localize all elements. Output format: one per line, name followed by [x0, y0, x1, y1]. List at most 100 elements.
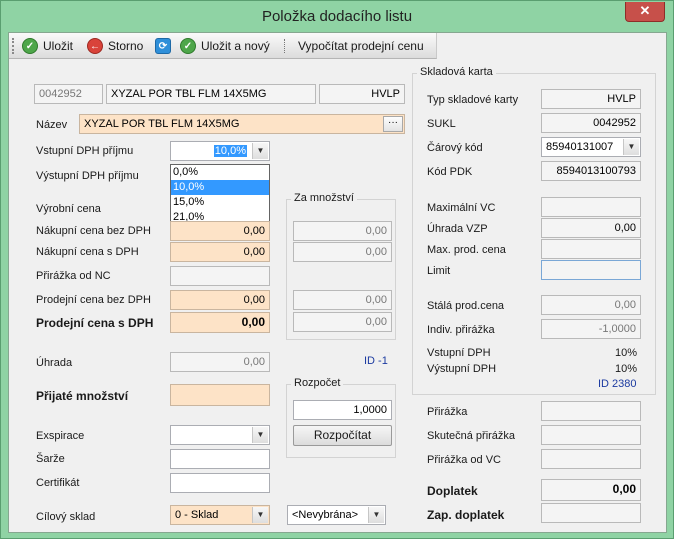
- calculate-sale-price-label: Vypočítat prodejní cenu: [298, 39, 424, 53]
- vat-out-label: Výstupní DPH příjmu: [36, 170, 139, 182]
- per-qty-purchase-in-field: 0,00: [293, 242, 392, 262]
- vat-option[interactable]: 0,0%: [171, 165, 269, 180]
- target-store-value: 0 - Sklad: [175, 509, 219, 521]
- dialog-client-area: ✓ Uložit ← Storno ⟳ ✓ Uložit a nový Vypo…: [8, 32, 667, 533]
- chevron-down-icon[interactable]: ▼: [368, 507, 384, 523]
- refresh-button[interactable]: ⟳: [155, 36, 176, 56]
- toolbar-grip[interactable]: [12, 38, 14, 54]
- received-quantity-field[interactable]: [170, 384, 270, 406]
- stock-card-type-field: HVLP: [541, 89, 641, 109]
- breakdown-button[interactable]: Rozpočítat: [293, 425, 392, 446]
- purchase-price-inc-vat-label: Nákupní cena s DPH: [36, 246, 139, 258]
- vat-in-selected-value: 10,0%: [213, 145, 247, 157]
- per-qty-sale-in-field: 0,00: [293, 312, 392, 332]
- individual-markup-field: -1,0000: [541, 319, 641, 339]
- sale-price-ex-vat-field[interactable]: 0,00: [170, 290, 270, 310]
- fixed-sale-price-field: 0,00: [541, 295, 641, 315]
- name-browse-button[interactable]: ···: [383, 116, 403, 132]
- collection-select[interactable]: <Nevybrána> ▼: [287, 505, 386, 525]
- cancel-button-label: Storno: [108, 39, 144, 53]
- dialog-window: Položka dodacího listu ✕ ✓ Uložit ← Stor…: [0, 0, 674, 539]
- calculate-sale-price-button[interactable]: Vypočítat prodejní cenu: [298, 36, 424, 56]
- purchase-price-ex-vat-label: Nákupní cena bez DPH: [36, 225, 151, 237]
- markup-from-vc-label: Přirážka od VC: [427, 454, 501, 466]
- refresh-icon: ⟳: [155, 38, 171, 54]
- collection-value: <Nevybrána>: [292, 509, 359, 521]
- sale-price-inc-vat-field[interactable]: 0,00: [170, 312, 270, 333]
- name-field-value: XYZAL POR TBL FLM 14X5MG: [84, 118, 240, 130]
- chevron-down-icon[interactable]: ▼: [252, 507, 268, 523]
- certificate-field[interactable]: [170, 473, 270, 493]
- fixed-surcharge-label: Zap. doplatek: [427, 508, 505, 522]
- payment-label: Úhrada: [36, 357, 73, 369]
- markup-from-vc-field: [541, 449, 641, 469]
- vzp-payment-label: Úhrada VZP: [427, 223, 488, 235]
- item-category-field: HVLP: [319, 84, 405, 104]
- vat-options-list: 0,0% 10,0% 15,0% 21,0%: [170, 164, 270, 226]
- per-qty-sale-ex-field: 0,00: [293, 290, 392, 310]
- window-title: Položka dodacího listu: [261, 8, 413, 25]
- vat-option[interactable]: 10,0%: [171, 180, 269, 195]
- individual-markup-label: Indiv. přirážka: [427, 324, 495, 336]
- sale-price-inc-vat-label: Prodejní cena s DPH: [36, 316, 154, 330]
- sukl-label: SUKL: [427, 118, 456, 130]
- vat-in-select[interactable]: 10,0% ▼: [170, 141, 270, 161]
- target-store-select[interactable]: 0 - Sklad ▼: [170, 505, 270, 525]
- surcharge-label: Doplatek: [427, 484, 478, 498]
- purchase-price-ex-vat-field[interactable]: 0,00: [170, 221, 270, 241]
- real-markup-label: Skutečná přirážka: [427, 430, 516, 442]
- title-bar[interactable]: Položka dodacího listu ✕: [1, 1, 673, 31]
- vat-in-label: Vstupní DPH příjmu: [36, 145, 134, 157]
- max-producer-price-label: Maximální VC: [427, 202, 496, 214]
- stock-vat-in-value: 10%: [615, 347, 638, 359]
- stock-card-title: Skladová karta: [417, 66, 496, 78]
- markup-from-nc-label: Přirážka od NC: [36, 270, 111, 282]
- save-and-new-button[interactable]: ✓ Uložit a nový: [180, 36, 270, 56]
- barcode-label: Čárový kód: [427, 142, 483, 154]
- breakdown-title: Rozpočet: [291, 377, 344, 389]
- close-button[interactable]: ✕: [625, 2, 665, 22]
- fixed-surcharge-field: [541, 503, 641, 523]
- per-quantity-title: Za množství: [291, 192, 357, 204]
- target-store-label: Cílový sklad: [36, 511, 96, 523]
- stock-card-id-text: ID 2380: [598, 378, 637, 390]
- chevron-down-icon[interactable]: ▼: [623, 139, 639, 155]
- expiry-label: Exspirace: [36, 430, 85, 442]
- limit-field: [541, 260, 641, 280]
- name-field[interactable]: XYZAL POR TBL FLM 14X5MG ···: [79, 114, 405, 134]
- producer-price-label: Výrobní cena: [36, 203, 101, 215]
- max-sale-price-field: [541, 239, 641, 259]
- toolbar-separator: [284, 39, 285, 53]
- pdk-code-label: Kód PDK: [427, 166, 473, 178]
- limit-label: Limit: [427, 265, 451, 277]
- payment-field: 0,00: [170, 352, 270, 372]
- certificate-label: Certifikát: [36, 477, 80, 489]
- item-id-text: ID -1: [364, 355, 388, 367]
- expiry-select[interactable]: ▼: [170, 425, 270, 445]
- barcode-select[interactable]: 85940131007 ▼: [541, 137, 641, 157]
- breakdown-group: [286, 384, 396, 458]
- barcode-value: 85940131007: [546, 141, 614, 153]
- vzp-payment-field: 0,00: [541, 218, 641, 238]
- purchase-price-inc-vat-field[interactable]: 0,00: [170, 242, 270, 262]
- stock-vat-in-label: Vstupní DPH: [427, 347, 491, 359]
- save-button[interactable]: ✓ Uložit: [22, 36, 73, 56]
- max-producer-price-field: [541, 197, 641, 217]
- markup-from-nc-field: [170, 266, 270, 286]
- chevron-down-icon[interactable]: ▼: [252, 427, 268, 443]
- markup-field: [541, 401, 641, 421]
- max-sale-price-label: Max. prod. cena: [427, 244, 506, 256]
- received-quantity-label: Přijaté množství: [36, 389, 129, 403]
- breakdown-quantity-field[interactable]: 1,0000: [293, 400, 392, 420]
- markup-label: Přirážka: [427, 406, 468, 418]
- item-name-field: XYZAL POR TBL FLM 14X5MG: [106, 84, 316, 104]
- chevron-down-icon[interactable]: ▼: [252, 143, 268, 159]
- checkmark-icon: ✓: [22, 38, 38, 54]
- cancel-button[interactable]: ← Storno: [87, 36, 143, 56]
- per-qty-purchase-ex-field: 0,00: [293, 221, 392, 241]
- sukl-field: 0042952: [541, 113, 641, 133]
- stock-vat-out-label: Výstupní DPH: [427, 363, 497, 375]
- batch-label: Šarže: [36, 453, 65, 465]
- vat-option[interactable]: 15,0%: [171, 195, 269, 210]
- batch-field[interactable]: [170, 449, 270, 469]
